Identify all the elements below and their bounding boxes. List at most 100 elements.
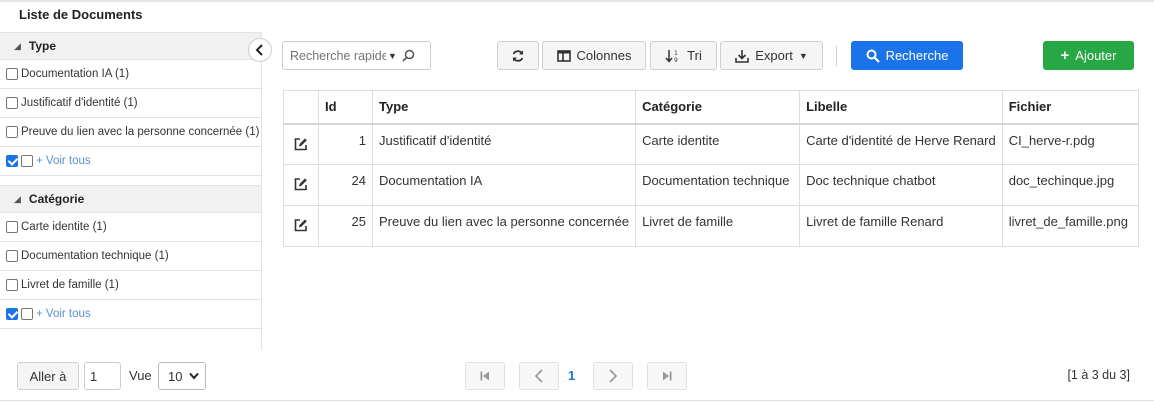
columns-icon — [556, 49, 571, 62]
facet-voir-tous-categorie[interactable]: + Voir tous — [0, 300, 261, 329]
facet-item-label: Preuve du lien avec la personne concerné… — [21, 126, 260, 138]
facet-checkbox[interactable] — [6, 221, 18, 233]
facet-checkbox[interactable] — [6, 126, 18, 138]
svg-text:9: 9 — [674, 57, 678, 63]
voir-tous-link[interactable]: + Voir tous — [36, 308, 91, 320]
cell-libelle: Carte d'identité de Herve Renard — [799, 123, 1003, 165]
column-header-type[interactable]: Type — [371, 90, 637, 125]
chevron-down-icon — [189, 372, 200, 380]
facet-item-label: Documentation technique (1) — [21, 250, 169, 262]
search-icon[interactable] — [402, 49, 415, 62]
quick-search-input[interactable] — [290, 48, 386, 63]
cell-fichier: doc_techinque.jpg — [1001, 164, 1139, 206]
collapse-triangle-icon: ◢ — [14, 193, 21, 204]
last-page-button[interactable] — [647, 362, 687, 390]
refresh-button[interactable] — [497, 41, 539, 70]
column-header-actions — [283, 90, 319, 125]
facet-item-categorie[interactable]: Documentation technique (1) — [0, 242, 261, 271]
goto-page-button[interactable]: Aller à — [17, 362, 79, 390]
columns-button[interactable]: Colonnes — [542, 41, 646, 70]
collapse-sidebar-button[interactable] — [248, 38, 272, 62]
next-page-button[interactable] — [593, 362, 633, 390]
column-header-fichier[interactable]: Fichier — [1001, 90, 1139, 125]
toolbar-separator — [836, 46, 837, 66]
plus-icon: + — [1060, 47, 1070, 64]
facet-item-type[interactable]: Justificatif d'identité (1) — [0, 89, 261, 118]
documents-table: Id Type Catégorie Libelle Fichier 1 Just… — [283, 90, 1139, 247]
cell-libelle: Doc technique chatbot — [799, 164, 1003, 206]
facet-item-label: Carte identite (1) — [21, 221, 107, 233]
goto-page-input[interactable] — [84, 362, 121, 390]
export-button[interactable]: Export ▼ — [720, 41, 823, 70]
download-icon — [735, 49, 750, 63]
top-border — [0, 0, 1154, 2]
cell-categorie: Carte identite — [635, 123, 801, 165]
cell-fichier: livret_de_famille.png — [1001, 205, 1139, 247]
ajouter-button[interactable]: + Ajouter — [1043, 41, 1134, 70]
edit-icon[interactable] — [294, 177, 308, 191]
cell-type: Preuve du lien avec la personne concerné… — [371, 205, 637, 247]
quick-search: ▼ — [282, 41, 431, 70]
pagination-info: [1 à 3 du 3] — [1067, 368, 1130, 382]
current-page[interactable]: 1 — [568, 368, 575, 383]
table-row[interactable]: 25 Preuve du lien avec la personne conce… — [283, 205, 1139, 247]
facet-title: Catégorie — [28, 192, 85, 206]
table-row[interactable]: 24 Documentation IA Documentation techni… — [283, 164, 1139, 206]
sort-label: Tri — [687, 48, 702, 63]
edit-icon[interactable] — [294, 137, 308, 151]
facet-all-checkbox[interactable] — [6, 155, 18, 167]
svg-text:1: 1 — [674, 50, 678, 57]
facet-sidebar: ◢ Type Documentation IA (1) Justificatif… — [0, 32, 262, 350]
facet-item-type[interactable]: Preuve du lien avec la personne concerné… — [0, 118, 261, 147]
facet-item-label: Justificatif d'identité (1) — [21, 97, 138, 109]
first-page-button[interactable] — [465, 362, 505, 390]
facet-checkbox[interactable] — [6, 250, 18, 262]
first-page-icon — [480, 371, 489, 381]
column-header-categorie[interactable]: Catégorie — [635, 90, 801, 125]
edit-icon[interactable] — [294, 218, 308, 232]
facet-checkbox[interactable] — [21, 308, 33, 320]
row-actions — [283, 123, 319, 165]
facet-voir-tous-type[interactable]: + Voir tous — [0, 147, 261, 176]
recherche-label: Recherche — [885, 48, 949, 63]
facet-all-checkbox[interactable] — [6, 308, 18, 320]
column-header-libelle[interactable]: Libelle — [799, 90, 1003, 125]
cell-categorie: Documentation technique — [635, 164, 801, 206]
per-page-label: Vue — [129, 368, 152, 383]
recherche-button[interactable]: Recherche — [851, 41, 963, 70]
column-header-id[interactable]: Id — [318, 90, 373, 125]
next-page-icon — [609, 369, 618, 383]
cell-type: Justificatif d'identité — [371, 123, 637, 165]
facet-checkbox[interactable] — [21, 155, 33, 167]
facet-item-categorie[interactable]: Carte identite (1) — [0, 213, 261, 242]
per-page-select[interactable]: 10 — [158, 362, 206, 390]
caret-down-icon: ▼ — [798, 50, 808, 61]
facet-item-type[interactable]: Documentation IA (1) — [0, 60, 261, 89]
table-row[interactable]: 1 Justificatif d'identité Carte identite… — [283, 123, 1139, 165]
refresh-icon — [512, 49, 524, 62]
facet-checkbox[interactable] — [6, 68, 18, 80]
prev-page-icon — [534, 369, 543, 383]
export-label: Export — [755, 48, 793, 63]
footer-border — [0, 400, 1154, 401]
row-actions — [283, 164, 319, 206]
facet-checkbox[interactable] — [6, 97, 18, 109]
collapse-triangle-icon: ◢ — [14, 40, 21, 51]
voir-tous-link[interactable]: + Voir tous — [36, 155, 91, 167]
chevron-left-icon — [255, 44, 263, 56]
per-page-value: 10 — [168, 368, 183, 384]
facet-item-label: Documentation IA (1) — [21, 68, 130, 80]
prev-page-button[interactable] — [519, 362, 559, 390]
page-title: Liste de Documents — [19, 7, 143, 22]
columns-label: Colonnes — [576, 48, 632, 63]
sort-icon: 19 — [665, 49, 678, 63]
facet-header-categorie[interactable]: ◢ Catégorie — [0, 185, 261, 213]
facet-checkbox[interactable] — [6, 279, 18, 291]
sort-button[interactable]: 19 Tri — [650, 41, 717, 70]
table-header-row: Id Type Catégorie Libelle Fichier — [283, 90, 1139, 125]
facet-item-categorie[interactable]: Livret de famille (1) — [0, 271, 261, 300]
facet-title: Type — [28, 39, 57, 53]
caret-down-icon[interactable]: ▼ — [388, 51, 397, 61]
facet-item-label: Livret de famille (1) — [21, 279, 119, 291]
facet-header-type[interactable]: ◢ Type — [0, 32, 261, 60]
